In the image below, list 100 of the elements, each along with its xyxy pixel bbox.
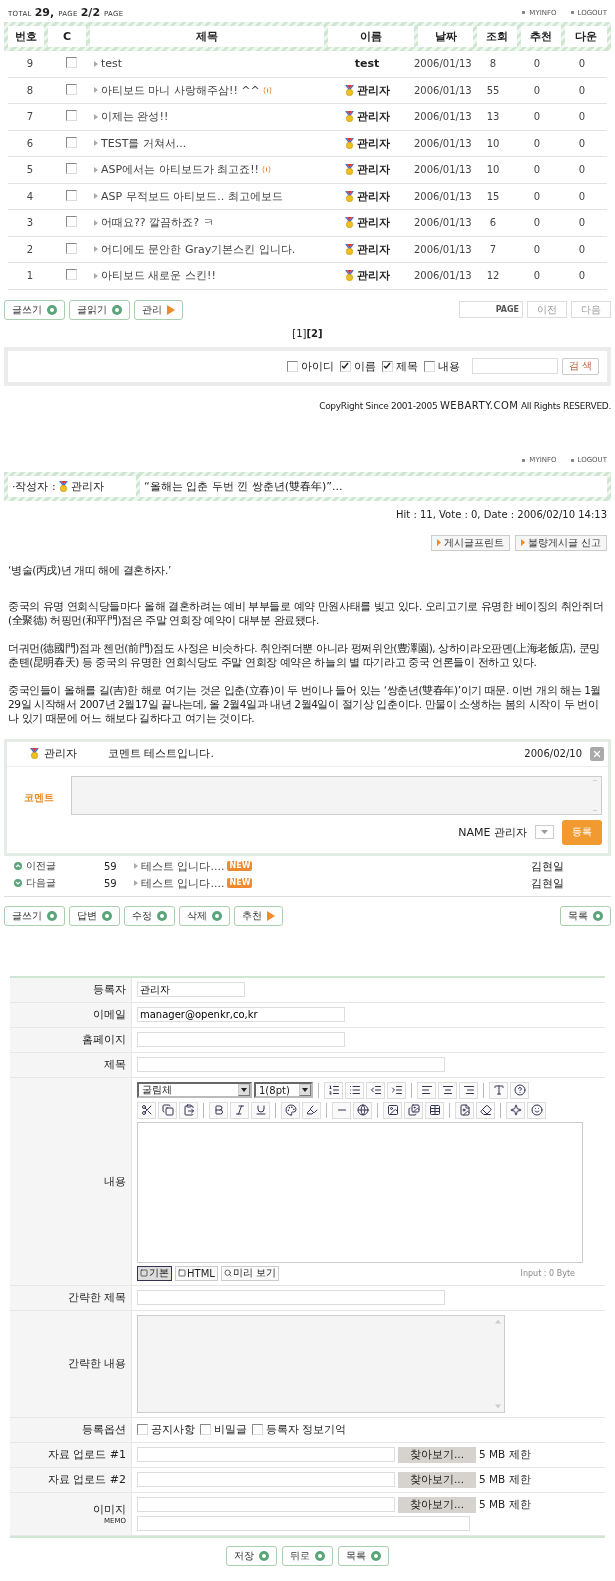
- post-button[interactable]: 추천: [234, 905, 283, 926]
- align-center-button[interactable]: [438, 1081, 457, 1099]
- post-title-link[interactable]: ASP 무적보드 아티보드.. 최고에보드: [94, 188, 320, 204]
- file-field[interactable]: [137, 1497, 395, 1512]
- list-action-button[interactable]: 관리: [134, 299, 183, 320]
- comment-field[interactable]: [71, 775, 602, 815]
- post-action-button[interactable]: 게시글프린트: [430, 534, 510, 551]
- cut-button[interactable]: [137, 1101, 156, 1119]
- name-dropdown[interactable]: [535, 825, 554, 839]
- neighbor-link[interactable]: 다음글: [14, 876, 104, 890]
- list-action-button[interactable]: 글읽기: [69, 299, 130, 320]
- numbered-list-button[interactable]: [324, 1081, 343, 1099]
- italic-button[interactable]: [230, 1101, 249, 1119]
- checkbox[interactable]: [252, 1424, 263, 1435]
- bold-button[interactable]: [209, 1101, 228, 1119]
- row-checkbox[interactable]: [65, 216, 77, 228]
- image-button[interactable]: [383, 1101, 402, 1119]
- row-checkbox[interactable]: [65, 83, 77, 95]
- indent-button[interactable]: [387, 1081, 406, 1099]
- browse-button[interactable]: 찾아보기...: [398, 1446, 476, 1463]
- neighbor-title[interactable]: 테스트 입니다.... NEW: [134, 875, 531, 891]
- text-field[interactable]: [137, 1290, 445, 1305]
- post-title-link[interactable]: 이제는 완성!!: [94, 109, 320, 125]
- smile-button[interactable]: [527, 1101, 546, 1119]
- mode-tab[interactable]: HTML: [175, 1265, 218, 1281]
- palette-button[interactable]: [281, 1101, 300, 1119]
- copy-button[interactable]: [158, 1101, 177, 1119]
- search-option[interactable]: 이름: [339, 358, 376, 374]
- form-button[interactable]: 뒤로: [282, 1545, 333, 1566]
- post-title-link[interactable]: test: [94, 57, 320, 71]
- post-title-link[interactable]: 어디에도 문안한 Gray기본스킨 입니다.: [94, 241, 320, 257]
- neighbor-title[interactable]: 테스트 입니다.... NEW: [134, 858, 531, 874]
- font-size-select[interactable]: 1(8pt): [254, 1082, 313, 1098]
- row-checkbox[interactable]: [65, 189, 77, 201]
- row-checkbox[interactable]: [65, 57, 77, 69]
- table-button[interactable]: [425, 1101, 444, 1119]
- page-link[interactable]: [1]: [292, 327, 307, 339]
- post-button[interactable]: 수정: [124, 905, 175, 926]
- post-button[interactable]: 글쓰기: [4, 905, 65, 926]
- list-action-button[interactable]: 글쓰기: [4, 299, 65, 320]
- highlighter-button[interactable]: [302, 1101, 321, 1119]
- font-select[interactable]: 굴림체: [137, 1082, 252, 1098]
- images-button[interactable]: [404, 1101, 423, 1119]
- option-checkbox[interactable]: 비밀글: [200, 1422, 247, 1437]
- sparkle-button[interactable]: [506, 1101, 525, 1119]
- file-field[interactable]: [137, 1447, 395, 1462]
- checkbox[interactable]: [381, 360, 393, 372]
- row-checkbox[interactable]: [65, 242, 77, 254]
- browse-button[interactable]: 찾아보기...: [398, 1496, 476, 1513]
- memo-field[interactable]: [137, 1515, 470, 1531]
- neighbor-link[interactable]: 이전글: [14, 859, 104, 873]
- post-title-link[interactable]: 어때요?? 깔끔하죠? ㅋ: [94, 215, 320, 231]
- checkbox[interactable]: [423, 360, 435, 372]
- form-button[interactable]: 목록: [338, 1545, 389, 1566]
- list-button[interactable]: 목록: [560, 905, 611, 926]
- help-button[interactable]: [510, 1081, 529, 1099]
- search-field[interactable]: [471, 358, 558, 374]
- post-action-button[interactable]: 불량게시글 신고: [514, 534, 607, 551]
- browse-button[interactable]: 찾아보기...: [398, 1471, 476, 1488]
- close-button[interactable]: [590, 746, 604, 761]
- globe-button[interactable]: [353, 1101, 372, 1119]
- align-right-button[interactable]: [459, 1081, 478, 1099]
- option-checkbox[interactable]: 공지사항: [137, 1422, 195, 1437]
- post-title-link[interactable]: TEST를 거쳐서...: [94, 135, 320, 151]
- page-field[interactable]: PAGE: [459, 301, 523, 318]
- post-title-link[interactable]: 아티보드 새로운 스킨!!: [94, 268, 320, 284]
- search-button[interactable]: 검 색: [561, 357, 599, 375]
- outdent-button[interactable]: [366, 1081, 385, 1099]
- row-checkbox[interactable]: [65, 136, 77, 148]
- option-checkbox[interactable]: 등록자 정보기억: [252, 1422, 347, 1437]
- search-option[interactable]: 제목: [381, 358, 418, 374]
- file-field[interactable]: [137, 1472, 395, 1487]
- text-field[interactable]: [137, 1032, 345, 1047]
- bullet-list-button[interactable]: [345, 1081, 364, 1099]
- align-left-button[interactable]: [417, 1081, 436, 1099]
- post-button[interactable]: 삭제: [179, 905, 230, 926]
- page-link[interactable]: [2]: [306, 327, 323, 339]
- search-option[interactable]: 내용: [423, 358, 460, 374]
- checkbox[interactable]: [339, 360, 351, 372]
- paste-button[interactable]: [179, 1101, 198, 1119]
- post-title-link[interactable]: ASP에서는 아티보드가 최고죠!!: [94, 162, 320, 178]
- search-option[interactable]: 아이디: [286, 358, 334, 374]
- row-checkbox[interactable]: [65, 110, 77, 122]
- text-field[interactable]: [137, 1057, 445, 1072]
- checkbox[interactable]: [286, 360, 298, 372]
- row-checkbox[interactable]: [65, 163, 77, 175]
- text-field[interactable]: 관리자: [137, 982, 245, 997]
- text-field[interactable]: manager@openkr,co,kr: [137, 1007, 345, 1022]
- file-image-button[interactable]: [455, 1101, 474, 1119]
- checkbox[interactable]: [137, 1424, 148, 1435]
- row-checkbox[interactable]: [65, 269, 77, 281]
- mode-tab[interactable]: 기본: [137, 1265, 172, 1281]
- checkbox[interactable]: [200, 1424, 211, 1435]
- font-style-button[interactable]: [489, 1081, 508, 1099]
- underline-button[interactable]: [251, 1101, 270, 1119]
- post-title-link[interactable]: 아티보드 마니 사랑해주삼!! ^^: [94, 82, 320, 98]
- form-button[interactable]: 저장: [226, 1545, 277, 1566]
- eraser-button[interactable]: [476, 1101, 495, 1119]
- post-button[interactable]: 답변: [69, 905, 120, 926]
- mode-tab[interactable]: 미리 보기: [220, 1265, 279, 1281]
